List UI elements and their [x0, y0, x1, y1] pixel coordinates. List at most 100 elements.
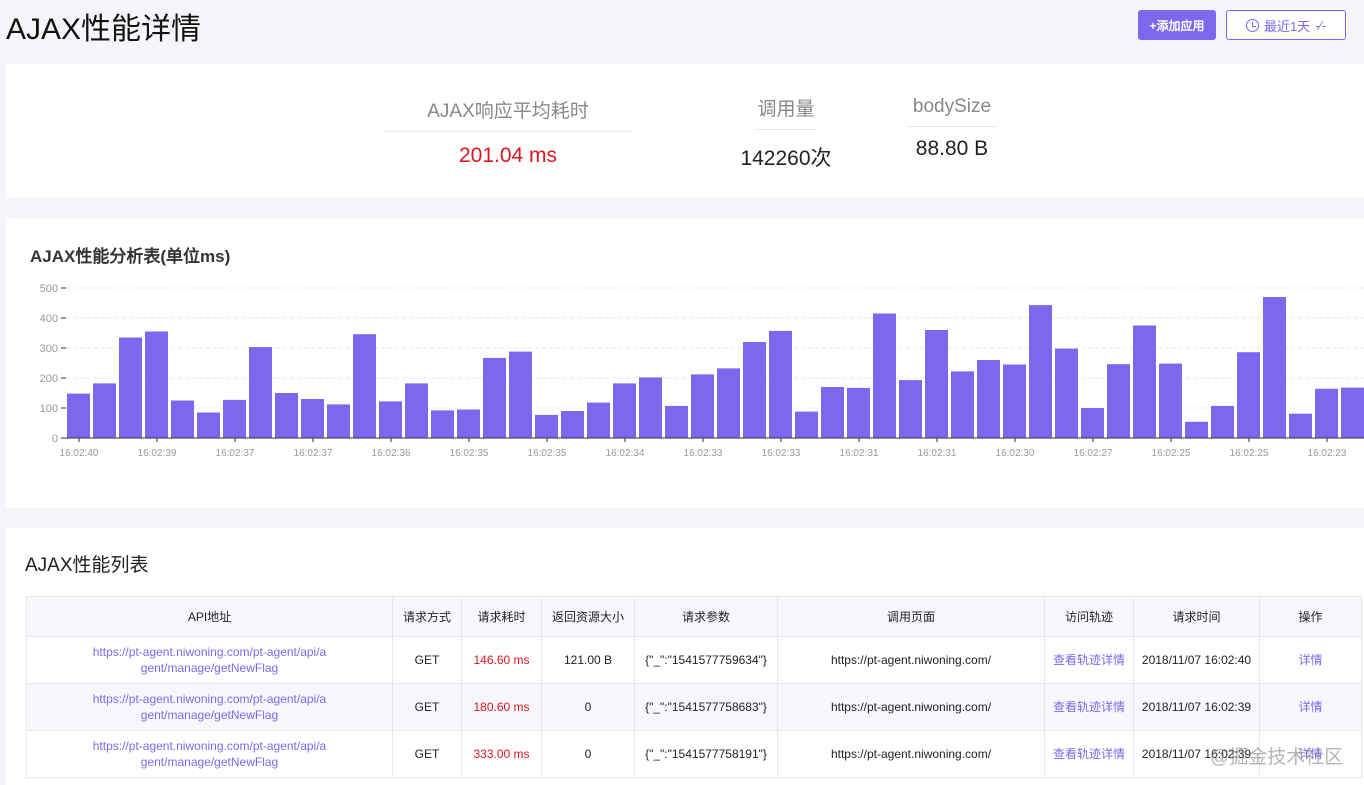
method: GET [414, 700, 440, 714]
bar[interactable] [561, 411, 584, 438]
column-header: 返回资源大小 [541, 596, 635, 637]
bar[interactable] [795, 411, 818, 438]
x-tick-label: 16:02:40 [60, 448, 99, 459]
y-tick-label: 500 [40, 283, 58, 295]
watermark: @掘金技术社区 [1210, 747, 1344, 768]
table-cell: {"_":"1541577759634"} [634, 636, 778, 684]
table-cell: GET [392, 636, 462, 684]
bar[interactable] [301, 399, 324, 438]
bar[interactable] [821, 387, 844, 438]
table-card: AJAX性能列表 API地址 请求方式 请求耗时 返回资源大小 请求参数 调用页面 访问轨迹… [6, 528, 1364, 785]
bar[interactable] [977, 360, 1000, 438]
x-tick-label: 16:02:33 [684, 448, 723, 459]
bar[interactable] [405, 383, 428, 438]
api-link[interactable]: https://pt-agent.niwoning.com/pt-agent/a… [90, 738, 330, 770]
detail-link[interactable]: 详情 [1298, 700, 1322, 714]
bar[interactable] [639, 377, 662, 438]
request-time: 2018/11/07 16:02:40 [1141, 653, 1252, 667]
time-range-button[interactable]: 最近1天 -⁄- [1226, 10, 1346, 40]
x-tick-label: 16:02:36 [372, 448, 411, 459]
table-cell: GET [392, 730, 462, 778]
y-tick-label: 200 [40, 373, 58, 385]
trace-link[interactable]: 查看轨迹详情 [1053, 747, 1125, 761]
method: GET [414, 747, 440, 761]
x-tick-label: 16:02:30 [996, 448, 1035, 459]
x-tick-label: 16:02:25 [1152, 448, 1191, 459]
bar[interactable] [67, 393, 90, 438]
column-header: 请求方式 [392, 596, 462, 637]
bar[interactable] [665, 405, 688, 438]
bar[interactable] [587, 402, 610, 438]
bar[interactable] [873, 313, 896, 439]
bar[interactable] [1237, 352, 1260, 438]
bar[interactable] [431, 410, 454, 438]
api-link[interactable]: https://pt-agent.niwoning.com/pt-agent/a… [90, 691, 330, 723]
bar[interactable] [951, 371, 974, 438]
bar[interactable] [1185, 421, 1208, 438]
bar[interactable] [119, 337, 142, 439]
bar[interactable] [171, 400, 194, 439]
bar[interactable] [743, 342, 766, 438]
stat-value: 201.04 ms [458, 144, 558, 167]
bar[interactable] [1159, 363, 1182, 438]
table-cell: 0 [541, 730, 635, 778]
params: {"_":"1541577758191"} [645, 747, 767, 761]
bar[interactable] [613, 383, 636, 438]
detail-link[interactable]: 详情 [1298, 653, 1322, 667]
bar[interactable] [327, 404, 350, 438]
bar[interactable] [1029, 305, 1052, 438]
duration: 146.60 ms [473, 653, 530, 667]
bar[interactable] [899, 380, 922, 438]
chart-card: AJAX性能分析表(单位ms) 0 100 200 300 400 500 16:02:40… [6, 218, 1364, 508]
bar[interactable] [1211, 405, 1234, 438]
bar[interactable] [717, 368, 740, 438]
size: 0 [584, 700, 592, 714]
stat-body-size: bodySize 88.80 B [906, 96, 998, 161]
bar[interactable] [691, 374, 714, 438]
stat-label: bodySize [906, 96, 998, 127]
bar[interactable] [509, 351, 532, 438]
bar[interactable] [1263, 297, 1286, 438]
clock-icon [1245, 18, 1259, 32]
bar[interactable] [847, 387, 870, 438]
table-cell: https://pt-agent.niwoning.com/pt-agent/a… [26, 683, 393, 731]
table-cell: 详情 [1259, 636, 1362, 684]
page-url: https://pt-agent.niwoning.com/ [830, 747, 992, 761]
bar[interactable] [353, 334, 376, 438]
bar[interactable] [925, 330, 948, 438]
y-tick-label: 100 [40, 403, 58, 415]
bar[interactable] [1081, 408, 1104, 438]
trace-link[interactable]: 查看轨迹详情 [1053, 700, 1125, 714]
x-tick-label: 16:02:37 [216, 448, 255, 459]
bar[interactable] [223, 399, 246, 438]
bar[interactable] [1315, 388, 1338, 438]
bar[interactable] [1003, 364, 1026, 439]
column-header: 调用页面 [777, 596, 1045, 637]
table-cell: 333.00 ms [461, 730, 542, 778]
x-tick-label: 16:02:35 [528, 448, 567, 459]
bar[interactable] [769, 330, 792, 438]
add-app-button[interactable]: +添加应用 [1138, 10, 1216, 40]
bar[interactable] [1133, 325, 1156, 439]
bar[interactable] [535, 414, 558, 438]
params: {"_":"1541577759634"} [645, 653, 767, 667]
bar[interactable] [275, 393, 298, 438]
bar[interactable] [1341, 387, 1364, 438]
bar[interactable] [249, 347, 272, 438]
column-header: 操作 [1259, 596, 1362, 637]
bar[interactable] [1289, 413, 1312, 438]
bar[interactable] [379, 401, 402, 438]
bar[interactable] [1107, 364, 1130, 438]
table-cell: {"_":"1541577758191"} [634, 730, 778, 778]
trace-link[interactable]: 查看轨迹详情 [1053, 653, 1125, 667]
bar[interactable] [145, 331, 168, 439]
api-link[interactable]: https://pt-agent.niwoning.com/pt-agent/a… [90, 644, 330, 676]
bar[interactable] [1055, 348, 1078, 438]
bar[interactable] [457, 409, 480, 439]
bar[interactable] [197, 412, 220, 439]
duration: 333.00 ms [473, 747, 530, 761]
duration: 180.60 ms [473, 700, 530, 714]
bar[interactable] [483, 357, 506, 438]
table-row: https://pt-agent.niwoning.com/pt-agent/a… [26, 636, 1362, 684]
bar[interactable] [93, 383, 116, 438]
